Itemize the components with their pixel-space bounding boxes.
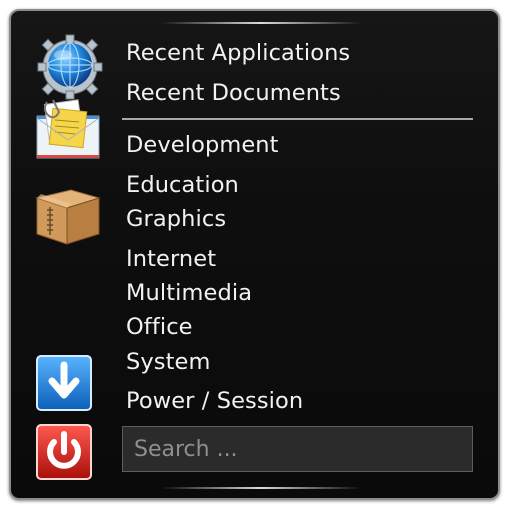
menu-item-internet[interactable]: Internet [126, 245, 216, 273]
menu-separator [122, 118, 473, 120]
menu-item-system[interactable]: System [126, 348, 211, 376]
menu-item-power-session[interactable]: Power / Session [126, 387, 303, 415]
menu-item-development[interactable]: Development [126, 131, 279, 159]
search-input[interactable] [122, 426, 473, 472]
menu-item-recent-applications[interactable]: Recent Applications [126, 39, 350, 67]
application-menu-panel: Recent Applications Recent Documents Dev… [9, 9, 500, 500]
bottom-glow-divider [161, 487, 361, 489]
package-box-icon[interactable] [33, 180, 103, 250]
download-arrow-icon[interactable] [32, 351, 102, 421]
power-icon[interactable] [32, 420, 102, 490]
top-glow-divider [161, 22, 361, 24]
menu-item-recent-documents[interactable]: Recent Documents [126, 79, 341, 107]
menu-item-education[interactable]: Education [126, 171, 239, 199]
mail-documents-icon[interactable] [33, 96, 103, 166]
globe-gear-icon[interactable] [35, 31, 105, 101]
menu-item-graphics[interactable]: Graphics [126, 205, 226, 233]
menu-item-office[interactable]: Office [126, 313, 193, 341]
menu-item-multimedia[interactable]: Multimedia [126, 279, 252, 307]
